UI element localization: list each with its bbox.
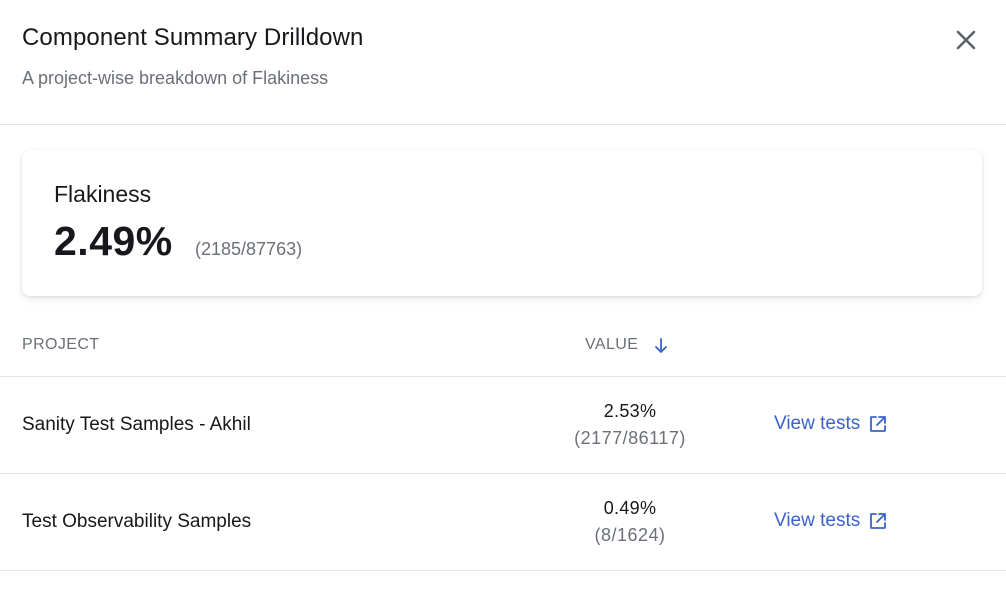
external-link-icon — [870, 416, 887, 432]
table-row: Sanity Test Samples - Akhil 2.53% (2177/… — [0, 377, 1006, 474]
summary-label: Flakiness — [54, 181, 152, 207]
summary-card: Flakiness 2.49% (2185/87763) — [22, 150, 982, 296]
view-tests-label: View tests — [774, 510, 861, 531]
view-tests-link[interactable]: View tests — [774, 510, 888, 532]
summary-ratio: (2185/87763) — [195, 239, 303, 259]
summary-value: 2.49% — [54, 218, 173, 264]
arrow-down-icon[interactable] — [652, 337, 670, 355]
project-name: Sanity Test Samples - Akhil — [22, 414, 251, 435]
project-ratio: (2177/86117) — [574, 428, 686, 448]
view-tests-link[interactable]: View tests — [774, 413, 888, 435]
column-header-project: PROJECT — [22, 336, 100, 353]
project-value: 0.49% — [603, 498, 657, 518]
project-value: 2.53% — [603, 401, 657, 421]
close-button[interactable] — [950, 24, 982, 56]
project-ratio: (8/1624) — [594, 525, 666, 545]
drawer-header: Component Summary Drilldown A project-wi… — [0, 0, 1006, 125]
close-icon — [956, 30, 976, 50]
table-row: Test Observability Samples 0.49% (8/1624… — [0, 474, 1006, 571]
view-tests-label: View tests — [774, 413, 861, 434]
column-header-value[interactable]: VALUE — [585, 336, 638, 354]
page-subtitle: A project-wise breakdown of Flakiness — [22, 68, 329, 88]
external-link-icon — [870, 513, 887, 529]
page-title: Component Summary Drilldown — [22, 24, 364, 51]
table-header: PROJECT VALUE — [0, 320, 1006, 377]
project-name: Test Observability Samples — [22, 511, 252, 532]
